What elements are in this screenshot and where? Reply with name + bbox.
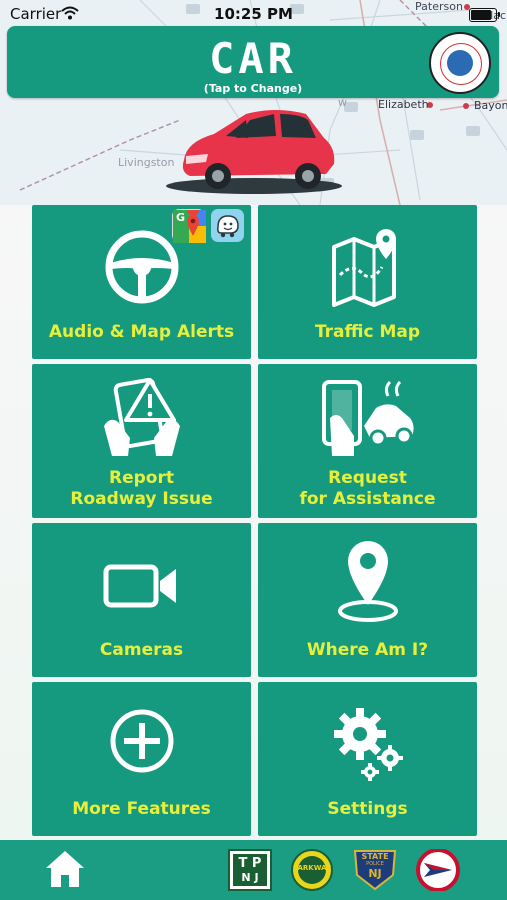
tile-traffic-map[interactable]: Traffic Map xyxy=(258,205,477,359)
video-camera-icon xyxy=(103,564,176,608)
map-pin-icon xyxy=(331,229,396,307)
tap-to-change-hint: (Tap to Change) xyxy=(203,82,303,95)
google-maps-letter: G xyxy=(176,211,186,224)
battery-icon xyxy=(469,8,500,22)
tile-report-roadway-issue[interactable]: Report Roadway Issue xyxy=(32,364,251,518)
home-icon[interactable] xyxy=(44,848,86,890)
tile-label-line-2: Roadway Issue xyxy=(70,489,213,509)
state-police-bottom: NJ xyxy=(368,867,382,880)
vehicle-mode-title: CAR xyxy=(209,34,297,83)
turnpike-logo-top: T P xyxy=(238,856,262,871)
waze-icon[interactable] xyxy=(211,209,244,242)
tile-label: Audio & Map Alerts xyxy=(48,322,235,342)
tile-cameras[interactable]: Cameras xyxy=(32,523,251,677)
tile-label: Settings xyxy=(327,799,408,819)
phone-car-crash-icon xyxy=(321,380,414,456)
clock: 10:25 PM xyxy=(214,5,293,23)
garden-state-parkway-logo[interactable]: PARKWAY xyxy=(290,849,334,891)
location-pin-icon xyxy=(337,541,398,622)
status-bar: Carrier 10:25 PM xyxy=(0,0,507,28)
phone-warning-icon xyxy=(103,377,180,456)
tile-label: Where Am I? xyxy=(306,640,429,660)
tile-label: Traffic Map xyxy=(314,322,421,342)
map-label-elizabeth: Elizabeth xyxy=(378,98,429,111)
tile-label: More Features xyxy=(72,799,211,819)
turnpike-logo-bottom: N J xyxy=(241,871,259,884)
tile-label-line-1: Request xyxy=(328,468,407,488)
plus-circle-icon xyxy=(110,709,173,773)
map-label-bayonne: Bayonn xyxy=(474,99,507,112)
state-police-top: STATE xyxy=(361,852,389,861)
tile-where-am-i[interactable]: Where Am I? xyxy=(258,523,477,677)
tile-label: Cameras xyxy=(99,640,184,660)
nj-turnpike-logo[interactable]: T P N J xyxy=(228,849,272,891)
car-illustration xyxy=(166,110,342,194)
tile-more-features[interactable]: More Features xyxy=(32,682,251,836)
bottom-bar: T P N J PARKWAY STATE POLICE NJ xyxy=(0,840,507,900)
gears-icon xyxy=(333,708,403,781)
tile-label-line-2: for Assistance xyxy=(299,489,436,509)
tile-audio-map-alerts[interactable]: G Audio & Map Alerts xyxy=(32,204,251,359)
vehicle-mode-banner[interactable]: CAR (Tap to Change) xyxy=(7,26,499,98)
tile-settings[interactable]: Settings xyxy=(258,682,477,836)
nj-state-police-logo[interactable]: STATE POLICE NJ xyxy=(353,849,397,891)
tile-label-line-1: Report xyxy=(109,468,174,488)
njdot-logo[interactable] xyxy=(416,848,460,892)
tile-request-assistance[interactable]: Request for Assistance xyxy=(258,364,477,518)
parkway-logo-text: PARKWAY xyxy=(293,864,331,872)
steering-wheel-icon xyxy=(105,230,178,304)
nj-turnpike-authority-seal xyxy=(429,32,491,94)
google-maps-icon[interactable]: G xyxy=(172,204,206,243)
